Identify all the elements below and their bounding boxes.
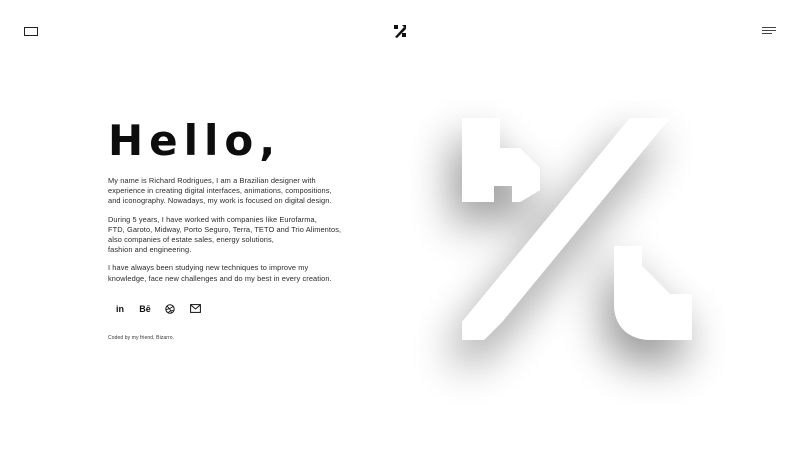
linkedin-icon[interactable]: in	[114, 303, 126, 315]
intro-paragraph-2: During 5 years, I have worked with compa…	[108, 215, 348, 256]
intro-section: Hello, My name is Richard Rodrigues, I a…	[108, 112, 348, 341]
paragraph-line: knowledge, face new challenges and do my…	[108, 273, 332, 283]
paragraph-line: I have always been studying new techniqu…	[108, 263, 309, 273]
page: Hello, My name is Richard Rodrigues, I a…	[0, 0, 800, 450]
paragraph-line: and iconography. Nowadays, my work is fo…	[108, 196, 332, 206]
hamburger-menu-icon[interactable]	[762, 27, 776, 36]
paragraph-line: experience in creating digital interface…	[108, 186, 332, 196]
paragraph-line: During 5 years, I have worked with compa…	[108, 214, 317, 224]
paragraph-line: fashion and engineering.	[108, 245, 192, 255]
intro-paragraph-1: My name is Richard Rodrigues, I am a Bra…	[108, 176, 348, 207]
greeting-heading: Hello,	[108, 116, 282, 165]
behance-icon[interactable]: Bē	[139, 303, 151, 315]
paragraph-line: My name is Richard Rodrigues, I am a Bra…	[108, 176, 316, 185]
dribbble-icon[interactable]	[164, 303, 176, 315]
paragraph-line: FTD, Garoto, Midway, Porto Seguro, Terra…	[108, 224, 342, 234]
rectangle-outline-icon[interactable]	[24, 27, 38, 36]
mail-icon[interactable]	[189, 303, 201, 315]
rr-monogram-logo-icon	[380, 90, 740, 430]
credit-text: Coded by my friend, Bizarro.	[108, 334, 175, 341]
percent-logo-icon[interactable]	[393, 24, 407, 38]
paragraph-line: also companies of estate sales, energy s…	[108, 235, 274, 245]
intro-paragraph-3: I have always been studying new techniqu…	[108, 263, 348, 283]
social-links: in Bē	[108, 303, 348, 315]
